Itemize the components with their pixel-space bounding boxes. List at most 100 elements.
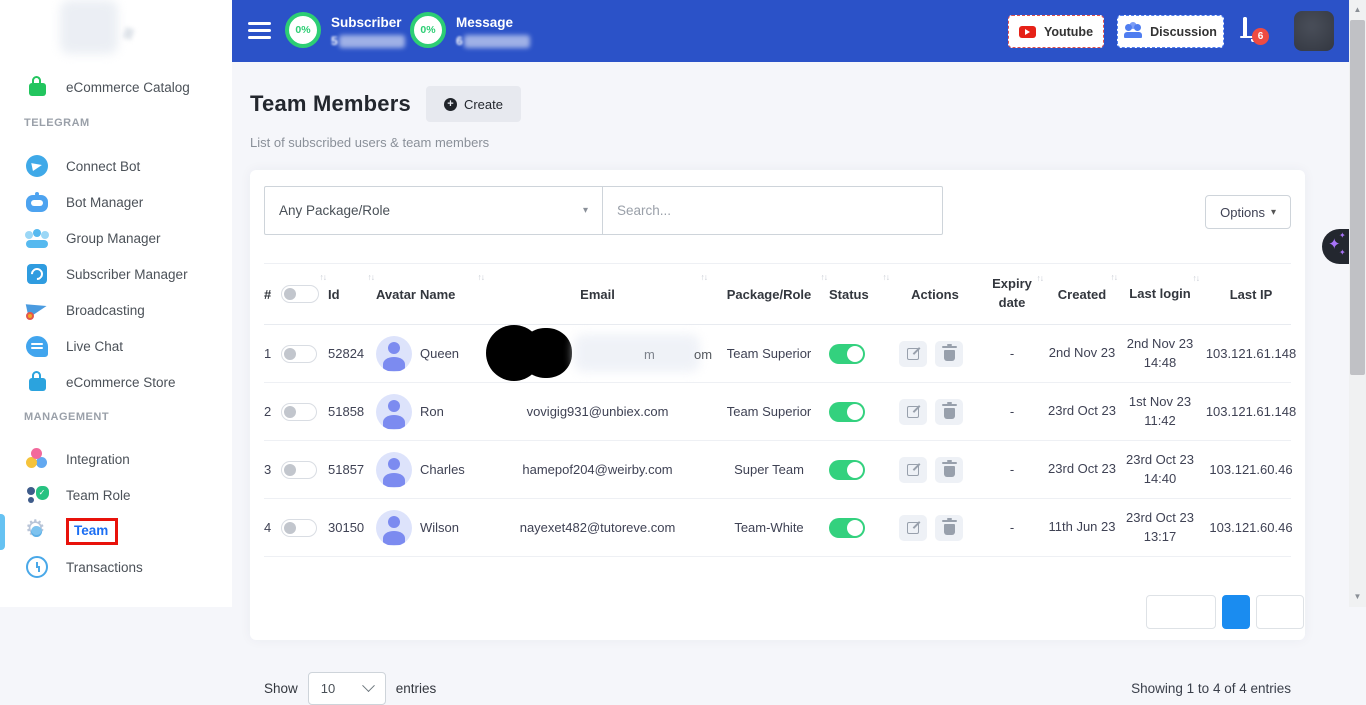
redacted-value xyxy=(464,35,530,48)
status-toggle[interactable] xyxy=(829,402,865,422)
cell-name: Ron xyxy=(420,404,486,419)
sidebar-item-ecommerce-catalog[interactable]: eCommerce Catalog xyxy=(0,70,232,104)
edit-button[interactable] xyxy=(899,515,927,541)
history-clock-icon xyxy=(24,554,50,580)
row-select-toggle[interactable] xyxy=(281,345,317,363)
trash-icon xyxy=(944,524,955,535)
col-header-last-login[interactable]: Last login xyxy=(1119,264,1201,324)
vertical-scrollbar[interactable]: ▲ ▼ xyxy=(1349,0,1366,607)
team-members-table: # Id Avatar Name Email Package/Role Stat… xyxy=(264,263,1291,557)
edit-button[interactable] xyxy=(899,457,927,483)
col-header-id[interactable]: Id xyxy=(328,264,376,324)
row-select-toggle[interactable] xyxy=(281,461,317,479)
col-header-avatar: Avatar xyxy=(376,264,420,324)
sidebar: eCommerce Catalog TELEGRAM Connect Bot B… xyxy=(0,0,232,607)
status-toggle[interactable] xyxy=(829,344,865,364)
shopping-bag-icon xyxy=(24,74,50,100)
person-shield-icon xyxy=(24,482,50,508)
logo-mark xyxy=(122,27,134,40)
ai-assistant-button[interactable]: ✦ ✦ ✦ xyxy=(1322,229,1352,264)
message-stat-value: 6 xyxy=(456,34,463,48)
sidebar-item-team[interactable]: Team xyxy=(0,514,232,548)
sidebar-item-ecommerce-store[interactable]: eCommerce Store xyxy=(0,365,232,399)
sidebar-item-transactions[interactable]: Transactions xyxy=(0,550,232,584)
table-row: 3 51857 Charles hamepof204@weirby.com Su… xyxy=(264,441,1291,499)
sidebar-item-team-role[interactable]: Team Role xyxy=(0,478,232,512)
trash-icon xyxy=(944,350,955,361)
subscriber-stat: 0% Subscriber 5 xyxy=(285,12,405,48)
delete-button[interactable] xyxy=(935,515,963,541)
delete-button[interactable] xyxy=(935,457,963,483)
pagination-next-button[interactable] xyxy=(1256,595,1304,629)
col-header-email[interactable]: Email xyxy=(486,264,709,324)
scroll-down-arrow[interactable]: ▼ xyxy=(1349,589,1366,605)
chat-bubble-icon xyxy=(24,333,50,359)
main-content: Team Members Create List of subscribed u… xyxy=(232,62,1349,607)
discussion-button[interactable]: Discussion xyxy=(1117,15,1224,48)
delete-button[interactable] xyxy=(935,399,963,425)
plus-circle-icon xyxy=(444,98,457,111)
sidebar-item-broadcasting[interactable]: Broadcasting xyxy=(0,293,232,327)
scrollbar-thumb[interactable] xyxy=(1350,20,1365,375)
row-select-toggle[interactable] xyxy=(281,519,317,537)
search-input[interactable] xyxy=(603,186,943,235)
cell-name: Wilson xyxy=(420,520,486,535)
scroll-up-arrow[interactable]: ▲ xyxy=(1349,2,1366,18)
cell-package: Team-White xyxy=(709,520,829,535)
status-toggle[interactable] xyxy=(829,460,865,480)
col-header-expiry[interactable]: Expiry date xyxy=(979,264,1045,324)
trash-icon xyxy=(944,408,955,419)
message-progress-ring: 0% xyxy=(410,12,446,48)
pagination-previous-button[interactable] xyxy=(1146,595,1216,629)
status-toggle[interactable] xyxy=(829,518,865,538)
top-navbar: 0% Subscriber 5 0% Message 6 Youtube Dis… xyxy=(232,0,1349,62)
sidebar-item-integration[interactable]: Integration xyxy=(0,442,232,476)
col-header-package[interactable]: Package/Role xyxy=(709,264,829,324)
col-header-status[interactable]: Status xyxy=(829,264,891,324)
cell-expiry: - xyxy=(979,520,1045,535)
page-size-select[interactable]: 10 xyxy=(308,672,386,705)
delete-button[interactable] xyxy=(935,341,963,367)
cell-created: 23rd Oct 23 xyxy=(1045,460,1119,479)
store-bag-icon xyxy=(24,369,50,395)
select-all-toggle[interactable] xyxy=(281,285,319,303)
user-avatar[interactable] xyxy=(1294,11,1334,51)
youtube-button[interactable]: Youtube xyxy=(1008,15,1104,48)
hamburger-menu-icon[interactable] xyxy=(248,22,271,39)
cell-name: Queen xyxy=(420,346,486,361)
table-row: 1 52824 Queen m om Team Superior - xyxy=(264,325,1291,383)
sidebar-item-group-manager[interactable]: Group Manager xyxy=(0,221,232,255)
telegram-icon xyxy=(24,153,50,179)
edit-icon xyxy=(907,464,919,476)
bell-icon xyxy=(1243,17,1247,36)
cell-expiry: - xyxy=(979,404,1045,419)
sidebar-section-management: MANAGEMENT xyxy=(24,411,109,423)
edit-button[interactable] xyxy=(899,341,927,367)
showing-entries-text: Showing 1 to 4 of 4 entries xyxy=(1131,681,1291,696)
notifications-button[interactable]: 6 xyxy=(1243,19,1273,49)
create-button[interactable]: Create xyxy=(426,86,521,122)
paper-plane-icon xyxy=(24,297,50,323)
cell-last-ip: 103.121.61.148 xyxy=(1201,346,1301,361)
options-button[interactable]: Options xyxy=(1205,195,1291,229)
subscriber-stat-label: Subscriber xyxy=(331,15,405,30)
package-role-select[interactable]: Any Package/Role xyxy=(264,186,603,235)
col-header-num[interactable]: # xyxy=(264,264,328,324)
sidebar-item-subscriber-manager[interactable]: Subscriber Manager xyxy=(0,257,232,291)
contact-book-icon xyxy=(24,261,50,287)
edit-button[interactable] xyxy=(899,399,927,425)
member-avatar-icon xyxy=(376,452,412,488)
member-avatar-icon xyxy=(376,336,412,372)
sidebar-item-bot-manager[interactable]: Bot Manager xyxy=(0,185,232,219)
team-members-card: Any Package/Role Options # Id Avatar Nam… xyxy=(250,170,1305,640)
pagination-page-1-button[interactable] xyxy=(1222,595,1250,629)
message-stat-label: Message xyxy=(456,15,530,30)
col-header-name[interactable]: Name xyxy=(420,264,486,324)
row-select-toggle[interactable] xyxy=(281,403,317,421)
sidebar-item-live-chat[interactable]: Live Chat xyxy=(0,329,232,363)
edit-icon xyxy=(907,348,919,360)
trash-icon xyxy=(944,466,955,477)
member-avatar-icon xyxy=(376,394,412,430)
sidebar-item-connect-bot[interactable]: Connect Bot xyxy=(0,149,232,183)
col-header-created[interactable]: Created xyxy=(1045,264,1119,324)
